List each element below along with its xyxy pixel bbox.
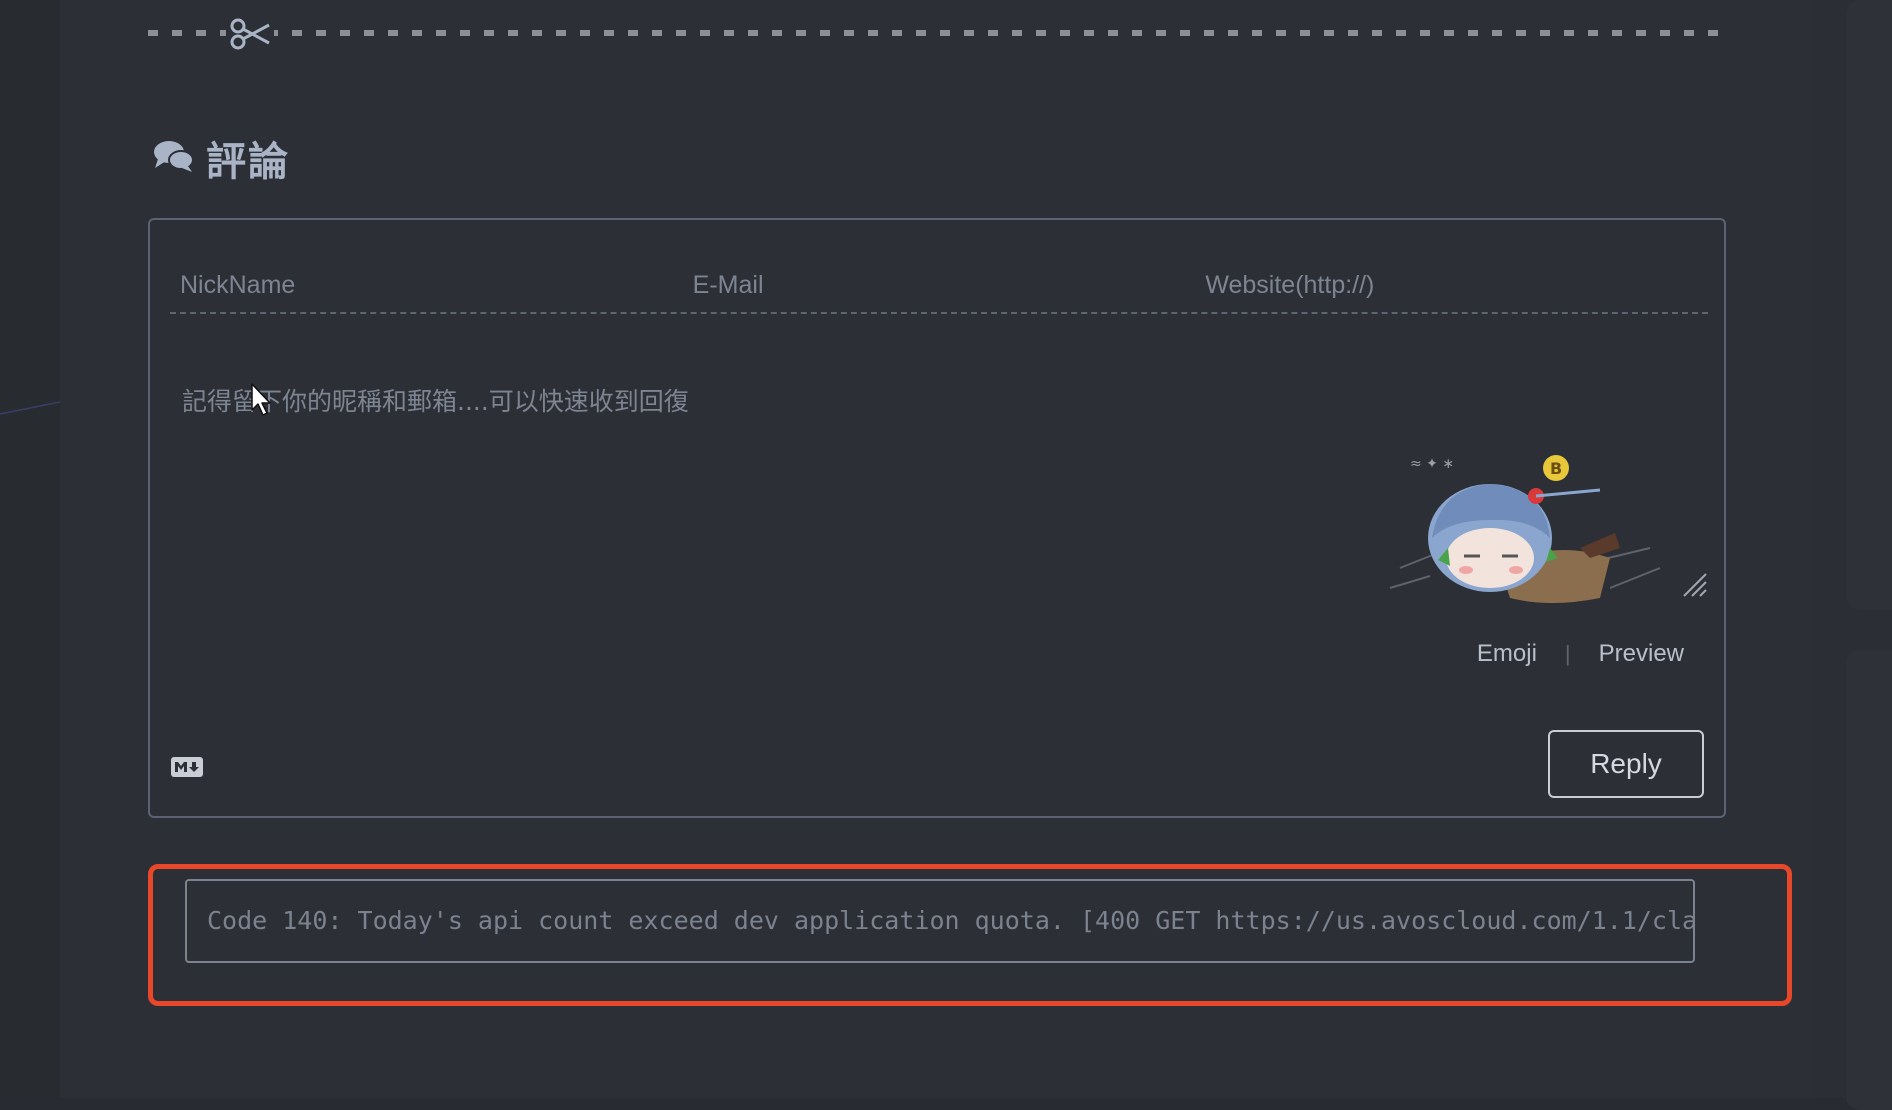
- comments-heading: 評論: [152, 130, 290, 186]
- comment-textarea[interactable]: [180, 382, 1534, 586]
- error-message: Code 140: Today's api count exceed dev a…: [185, 879, 1695, 963]
- comment-tools: Emoji | Preview: [1477, 640, 1684, 668]
- email-input[interactable]: [682, 260, 1196, 310]
- mouse-pointer-icon: [251, 383, 271, 416]
- website-input[interactable]: [1195, 260, 1709, 310]
- svg-text:B: B: [1550, 459, 1562, 478]
- left-gutter: [0, 0, 60, 1098]
- comment-form: ≈ ✦ ∗ B Emoji | Preview: [148, 218, 1726, 818]
- sidebar-card-bottom: [1846, 650, 1892, 1110]
- markdown-icon[interactable]: [170, 756, 204, 778]
- sidebar-card-top: [1846, 0, 1892, 610]
- anime-mascot-image: ≈ ✦ ∗ B: [1389, 455, 1661, 603]
- svg-text:≈ ✦ ∗: ≈ ✦ ∗: [1410, 456, 1454, 472]
- scissors-icon: [226, 14, 274, 54]
- preview-button[interactable]: Preview: [1599, 640, 1684, 668]
- textarea-resize-handle[interactable]: [1680, 570, 1708, 598]
- error-highlight-box: Code 140: Today's api count exceed dev a…: [148, 864, 1792, 1006]
- reply-button[interactable]: Reply: [1548, 730, 1704, 798]
- nickname-input[interactable]: [170, 260, 683, 310]
- background-line: [0, 401, 60, 415]
- comments-title: 評論: [206, 140, 290, 184]
- tools-separator: |: [1564, 641, 1571, 666]
- cut-divider: [148, 30, 1728, 36]
- emoji-button[interactable]: Emoji: [1477, 640, 1537, 668]
- comment-meta-row: [170, 260, 1709, 314]
- comments-icon: [152, 138, 194, 179]
